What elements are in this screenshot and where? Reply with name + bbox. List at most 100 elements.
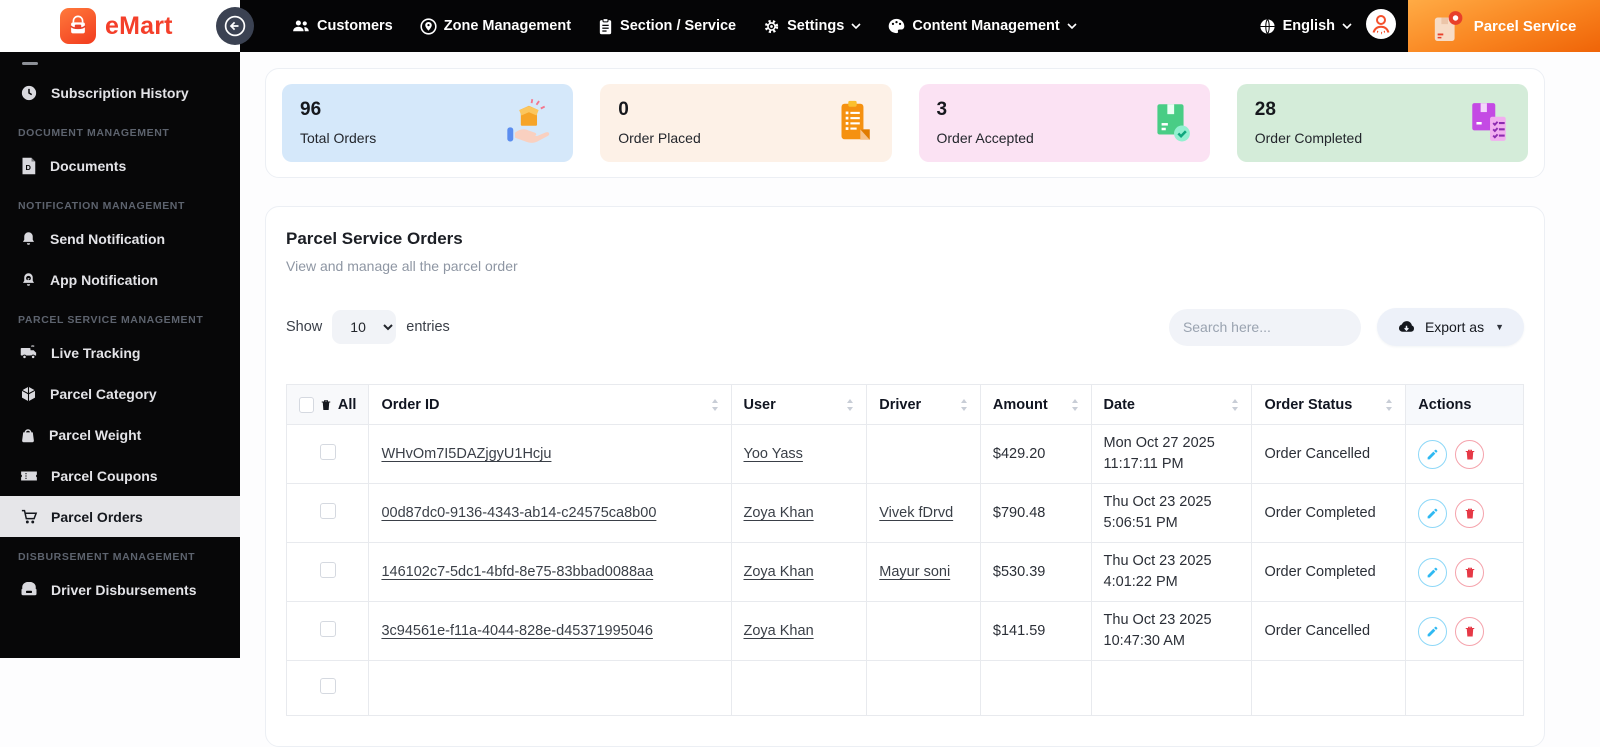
- sidebar-item-driver-disbursements[interactable]: Driver Disbursements: [0, 569, 240, 610]
- edit-button[interactable]: [1418, 557, 1448, 587]
- row-checkbox[interactable]: [319, 621, 336, 638]
- row-checkbox[interactable]: [319, 562, 336, 579]
- col-actions: Actions: [1405, 384, 1524, 425]
- amount-cell: $530.39: [979, 542, 1092, 603]
- collapse-sidebar-button[interactable]: [216, 7, 254, 45]
- order-id-link[interactable]: 3c94561e-f11a-4044-828e-d45371995046: [381, 623, 652, 639]
- trash-icon: [1465, 508, 1475, 519]
- sort-icon: [711, 398, 718, 411]
- nav-section-service[interactable]: Section / Service: [598, 17, 736, 35]
- nav-content-management[interactable]: Content Management: [888, 18, 1077, 34]
- sort-icon: [1386, 398, 1393, 411]
- document-icon: D: [22, 157, 36, 174]
- table-controls: Show 10 entries Export as ▼: [286, 308, 1524, 346]
- sidebar-section-parcel-service-management: PARCEL SERVICE MANAGEMENT: [18, 314, 204, 326]
- show-label: Show: [286, 319, 323, 335]
- user-link[interactable]: Zoya Khan: [744, 623, 814, 639]
- edit-button[interactable]: [1418, 498, 1448, 528]
- stat-card-order-placed: 0 Order Placed: [600, 84, 892, 162]
- location-icon: [420, 17, 437, 35]
- sidebar-item-send-notification[interactable]: Send Notification: [0, 218, 240, 259]
- edit-button[interactable]: [1418, 439, 1448, 469]
- ticket-icon: [21, 471, 37, 480]
- table-row: 00d87dc0-9136-4343-ab14-c24575ca8b00 Zoy…: [285, 483, 1524, 544]
- pencil-icon: [1427, 449, 1438, 459]
- sidebar-section-notification-management: NOTIFICATION MANAGEMENT: [18, 200, 186, 212]
- nav-settings[interactable]: Settings: [763, 18, 861, 35]
- delete-button[interactable]: [1455, 616, 1485, 646]
- chevron-down-icon: [1067, 23, 1077, 29]
- export-as-button[interactable]: Export as ▼: [1376, 308, 1524, 346]
- nav-customers[interactable]: Customers: [292, 18, 393, 34]
- chevron-down-icon: [1342, 23, 1352, 29]
- nav-items: Customers Zone Management Section / Serv…: [292, 17, 1077, 35]
- row-checkbox[interactable]: [319, 444, 336, 461]
- trash-icon: [321, 399, 331, 410]
- sidebar-section-document-management: DOCUMENT MANAGEMENT: [18, 127, 170, 139]
- bell-icon: [22, 231, 35, 245]
- user-link[interactable]: Yoo Yass: [744, 446, 803, 462]
- package-checklist-icon: [1466, 98, 1512, 151]
- avatar[interactable]: [1366, 8, 1396, 44]
- sidebar-item-partial[interactable]: [0, 54, 240, 72]
- stat-card-total-orders: 96 Total Orders: [282, 84, 574, 162]
- sidebar-item-parcel-category[interactable]: Parcel Category: [0, 373, 240, 414]
- user-link[interactable]: Zoya Khan: [744, 505, 814, 521]
- clipboard-icon: [599, 17, 612, 34]
- entries-label: entries: [406, 319, 450, 335]
- col-order-id[interactable]: Order ID: [368, 384, 732, 425]
- col-amount[interactable]: Amount: [979, 384, 1092, 425]
- user-link[interactable]: Zoya Khan: [744, 564, 814, 580]
- sidebar-item-app-notification[interactable]: z App Notification: [0, 259, 240, 300]
- brand-logo[interactable]: eMart: [0, 0, 240, 52]
- date-cell: Thu Oct 23 2025 5:06:51 PM: [1090, 483, 1253, 544]
- search-input[interactable]: [1182, 319, 1364, 335]
- sidebar-item-parcel-weight[interactable]: Parcel Weight: [0, 414, 240, 455]
- sort-icon: [960, 398, 967, 411]
- sidebar-item-documents[interactable]: D Documents: [0, 145, 240, 186]
- page-subtitle: View and manage all the parcel order: [286, 258, 518, 274]
- stat-card-order-completed: 28 Order Completed: [1236, 84, 1528, 162]
- language-selector[interactable]: English: [1259, 18, 1352, 35]
- col-driver[interactable]: Driver: [866, 384, 981, 425]
- select-all-checkbox[interactable]: [299, 396, 314, 413]
- status-cell: Order Cancelled: [1251, 423, 1407, 485]
- col-date[interactable]: Date: [1090, 384, 1253, 425]
- table-row: WHvOm7I5DAZjgyU1Hcju Yoo Yass $429.20 Mo…: [285, 423, 1524, 485]
- sidebar-item-live-tracking[interactable]: Live Tracking: [0, 332, 240, 373]
- col-user[interactable]: User: [730, 384, 868, 425]
- sidebar-item-parcel-coupons[interactable]: Parcel Coupons: [0, 455, 240, 496]
- pencil-icon: [1427, 626, 1438, 636]
- parcel-box-pin-icon: [1434, 11, 1463, 42]
- caret-down-icon: ▼: [1495, 322, 1504, 332]
- nav-zone-management[interactable]: Zone Management: [420, 17, 571, 35]
- delete-button[interactable]: [1455, 498, 1485, 528]
- page-size-select[interactable]: 10: [332, 310, 397, 344]
- date-cell: Thu Oct 23 2025 4:01:22 PM: [1090, 542, 1253, 603]
- table-header-row: All Order ID User Driver Amount Date Ord…: [285, 384, 1524, 425]
- order-id-link[interactable]: WHvOm7I5DAZjgyU1Hcju: [381, 446, 551, 462]
- amount-cell: $790.48: [979, 483, 1092, 544]
- order-id-link[interactable]: 146102c7-5dc1-4bfd-8e75-83bbad0088aa: [381, 564, 653, 580]
- row-checkbox[interactable]: [319, 503, 336, 520]
- driver-link[interactable]: Mayur soni: [879, 564, 950, 580]
- date-cell: Thu Oct 23 2025 10:47:30 AM: [1090, 601, 1253, 662]
- table-row: 3c94561e-f11a-4044-828e-d45371995046 Zoy…: [285, 601, 1524, 662]
- row-checkbox[interactable]: [319, 678, 336, 695]
- status-cell: Order Completed: [1251, 483, 1407, 544]
- stat-card-order-accepted: 3 Order Accepted: [918, 84, 1210, 162]
- driver-link[interactable]: Vivek fDrvd: [879, 505, 953, 521]
- delete-button[interactable]: [1455, 439, 1485, 469]
- sidebar-item-subscription-history[interactable]: Subscription History: [0, 72, 240, 113]
- delete-button[interactable]: [1455, 557, 1485, 587]
- parcel-service-switcher[interactable]: Parcel Service: [1408, 0, 1600, 52]
- sidebar-item-parcel-orders[interactable]: Parcel Orders: [0, 496, 240, 537]
- col-order-status[interactable]: Order Status: [1251, 384, 1407, 425]
- edit-button[interactable]: [1418, 616, 1448, 646]
- order-id-link[interactable]: 00d87dc0-9136-4343-ab14-c24575ca8b00: [381, 505, 656, 521]
- pencil-icon: [1427, 508, 1438, 518]
- table-row-partial: [285, 660, 1524, 717]
- cash-icon: [21, 581, 37, 595]
- gear-icon: [764, 19, 779, 33]
- amount-cell: $429.20: [979, 423, 1092, 485]
